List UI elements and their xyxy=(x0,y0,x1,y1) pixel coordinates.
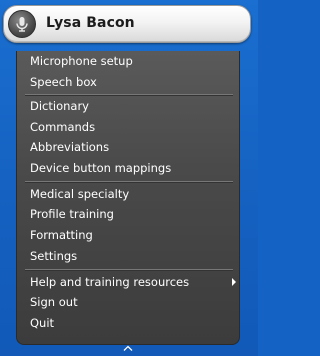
menu-item-device-button-mappings[interactable]: Device button mappings xyxy=(30,159,230,177)
menu-item-commands[interactable]: Commands xyxy=(30,118,230,136)
menu-separator xyxy=(25,269,233,271)
menu-item-sign-out[interactable]: Sign out xyxy=(30,293,230,311)
microphone-icon[interactable] xyxy=(8,10,36,38)
menu-item-help-and-training-resources[interactable]: Help and training resources xyxy=(30,273,230,291)
menu-item-medical-specialty[interactable]: Medical specialty xyxy=(30,185,230,203)
dropdown-menu: Microphone setup Speech box Dictionary C… xyxy=(16,51,240,351)
menu-item-abbreviations[interactable]: Abbreviations xyxy=(30,138,230,156)
menu-item-microphone-setup[interactable]: Microphone setup xyxy=(30,52,230,70)
submenu-arrow-icon xyxy=(232,278,236,286)
menu-item-quit[interactable]: Quit xyxy=(30,314,230,332)
chevron-up-icon[interactable] xyxy=(122,337,134,356)
menu-item-formatting[interactable]: Formatting xyxy=(30,226,230,244)
menu-item-profile-training[interactable]: Profile training xyxy=(30,205,230,223)
user-header-bar[interactable]: Lysa Bacon xyxy=(3,5,251,43)
user-name: Lysa Bacon xyxy=(46,15,135,31)
menu-separator xyxy=(25,94,233,96)
menu-separator xyxy=(25,181,233,183)
menu-item-settings[interactable]: Settings xyxy=(30,247,230,265)
menu-item-speech-box[interactable]: Speech box xyxy=(30,73,230,91)
menu-item-dictionary[interactable]: Dictionary xyxy=(30,97,230,115)
